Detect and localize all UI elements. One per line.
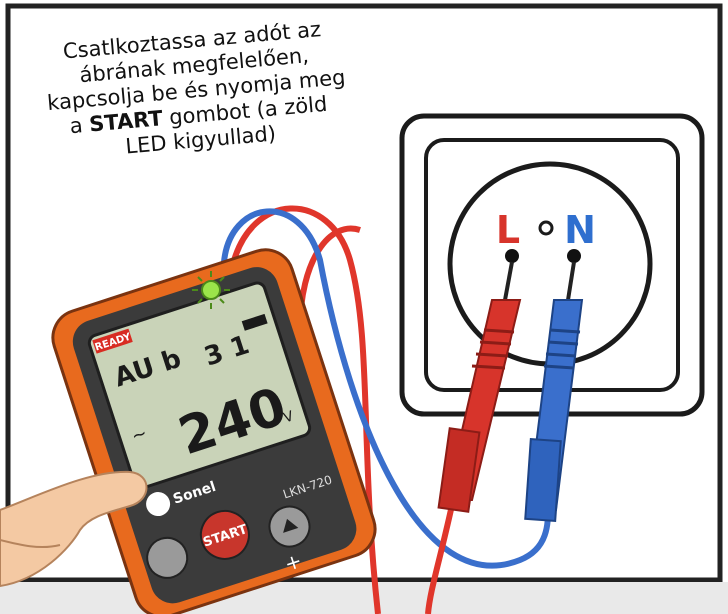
live-hole bbox=[505, 249, 519, 263]
instruction-line-4-prefix: a bbox=[68, 112, 91, 139]
neutral-label: N bbox=[564, 208, 596, 252]
led-bulb bbox=[201, 280, 221, 300]
instruction-caption: Csatlkoztassa az adót az ábrának megfele… bbox=[19, 13, 380, 228]
live-label: L bbox=[496, 208, 520, 252]
neutral-hole bbox=[567, 249, 581, 263]
bottom-strip bbox=[0, 582, 728, 614]
